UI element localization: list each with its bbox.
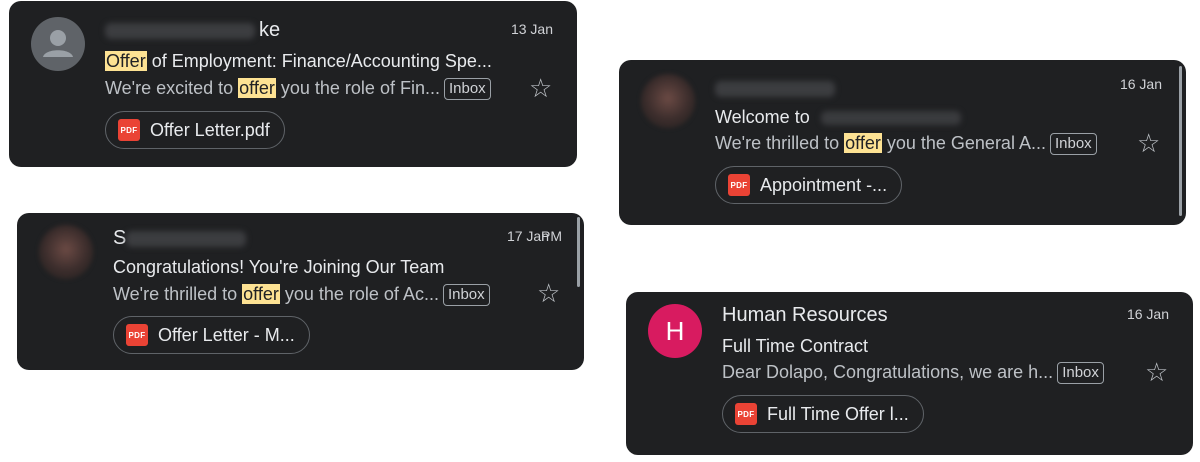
sender-name: Human Resources [722, 304, 888, 326]
scrollbar[interactable] [1179, 66, 1182, 216]
email-date: 16 Jan [1126, 306, 1169, 322]
pdf-icon: PDF [126, 324, 148, 346]
attachment-chip[interactable]: PDF Appointment -... [715, 166, 903, 204]
email-subject: Offer of Employment: Finance/Accounting … [105, 51, 492, 71]
attachment-name: Offer Letter - M... [158, 324, 295, 345]
star-icon[interactable]: ☆ [1137, 130, 1160, 156]
sender-avatar [39, 225, 93, 279]
search-highlight: Offer [105, 51, 147, 71]
inbox-label: Inbox [1049, 133, 1097, 155]
inbox-label: Inbox [443, 78, 491, 100]
redacted-company [820, 111, 961, 126]
sender-avatar: H [648, 304, 702, 358]
email-preview: Dear Dolapo, Congratulations, we are h..… [722, 362, 1104, 384]
email-card[interactable]: S 17 JanPM Congratulations! You're Joini… [17, 213, 584, 370]
sender-name: ke [105, 19, 280, 42]
redacted-sender [715, 80, 835, 97]
attachment-chip[interactable]: PDF Offer Letter - M... [113, 316, 310, 354]
star-icon[interactable]: ☆ [529, 75, 552, 101]
search-highlight: offer [242, 284, 280, 304]
pdf-icon: PDF [118, 119, 140, 141]
inbox-label: Inbox [1057, 362, 1104, 384]
attachment-chip[interactable]: PDF Offer Letter.pdf [105, 111, 285, 149]
attachment-name: Offer Letter.pdf [150, 119, 270, 140]
pdf-icon: PDF [728, 174, 750, 196]
inbox-label: Inbox [442, 284, 490, 306]
email-date: 16 Jan [1119, 76, 1162, 92]
sender-avatar [31, 17, 85, 71]
redacted-sender [126, 230, 247, 247]
email-card[interactable]: 16 Jan Welcome to We're thrilled to offe… [619, 60, 1186, 225]
attachment-name: Appointment -... [760, 174, 888, 195]
sender-name [715, 77, 839, 100]
email-card[interactable]: H Human Resources 16 Jan Full Time Contr… [626, 292, 1193, 455]
star-icon[interactable]: ☆ [1145, 359, 1168, 385]
search-highlight: offer [844, 133, 882, 153]
email-date: 17 JanPM [506, 228, 562, 244]
sender-avatar [641, 74, 695, 128]
scrollbar[interactable] [577, 217, 580, 287]
email-preview: We're excited to offer you the role of F… [105, 78, 491, 100]
email-preview: We're thrilled to offer you the role of … [113, 284, 490, 306]
star-icon[interactable]: ☆ [537, 280, 560, 306]
email-card[interactable]: ke 13 Jan Offer of Employment: Finance/A… [9, 1, 577, 167]
person-icon [43, 30, 73, 57]
email-subject: Congratulations! You're Joining Our Team [113, 257, 445, 277]
attachment-name: Full Time Offer l... [767, 403, 909, 424]
sender-name: S [113, 227, 250, 250]
pdf-icon: PDF [735, 403, 757, 425]
search-highlight: offer [238, 78, 276, 98]
email-preview: We're thrilled to offer you the General … [715, 133, 1097, 155]
email-subject: Welcome to [715, 107, 961, 128]
email-subject: Full Time Contract [722, 336, 869, 356]
redacted-sender [105, 22, 255, 39]
email-date: 13 Jan [510, 21, 553, 37]
attachment-chip[interactable]: PDF Full Time Offer l... [722, 395, 924, 433]
